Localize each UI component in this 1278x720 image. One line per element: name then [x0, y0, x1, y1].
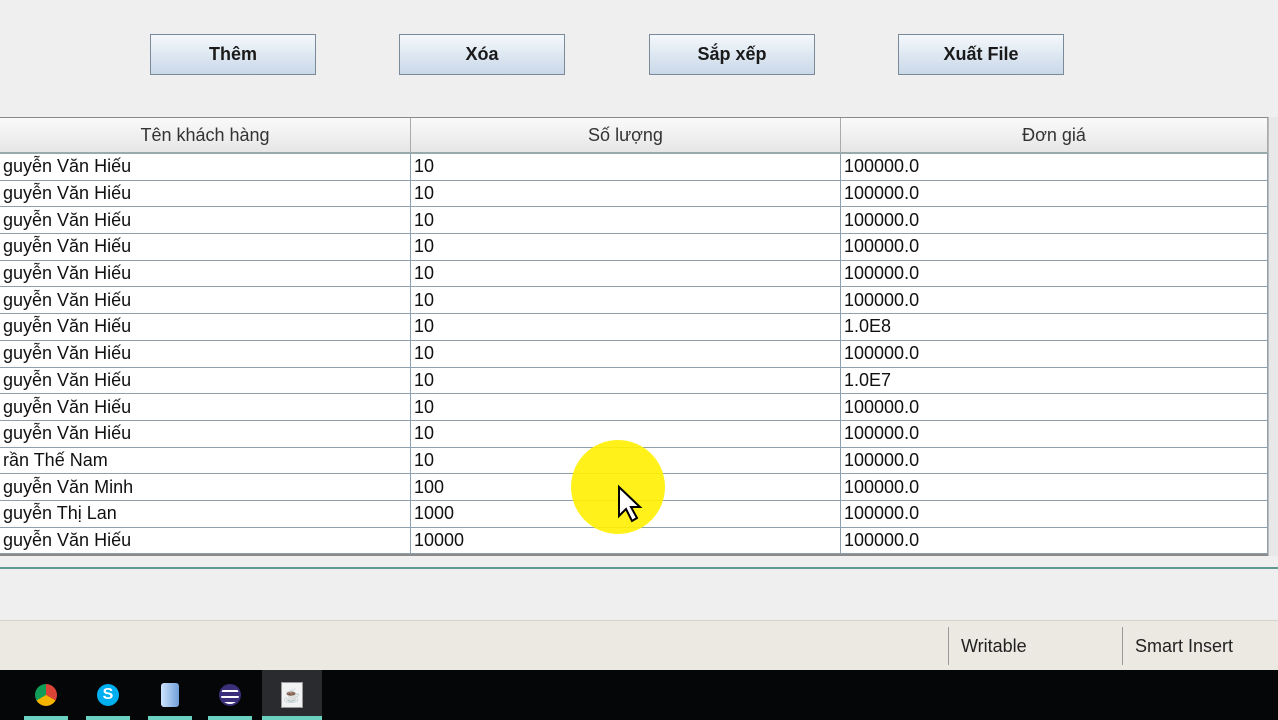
cell-customer-name[interactable]: guyễn Văn Hiếu: [0, 394, 411, 420]
cell-customer-name[interactable]: guyễn Thị Lan: [0, 500, 411, 527]
cell-customer-name[interactable]: guyễn Văn Hiếu: [0, 527, 411, 554]
cell-unit-price[interactable]: 100000.0: [841, 154, 1268, 180]
cell-unit-price[interactable]: 100000.0: [841, 340, 1268, 367]
taskbar-skype[interactable]: S: [78, 670, 138, 720]
table-row[interactable]: guyễn Văn Hiếu 10 100000.0: [0, 287, 1268, 315]
taskbar-eclipse[interactable]: [200, 670, 260, 720]
cell-customer-name[interactable]: guyễn Văn Hiếu: [0, 260, 411, 287]
cell-customer-name[interactable]: guyễn Văn Hiếu: [0, 420, 411, 447]
cube-app-icon: [161, 683, 179, 707]
cell-quantity[interactable]: 10: [411, 340, 841, 367]
taskbar-cube-app[interactable]: [140, 670, 200, 720]
status-bar: Writable Smart Insert: [0, 620, 1278, 670]
status-smart-insert: Smart Insert: [1122, 627, 1278, 665]
cell-quantity[interactable]: 10: [411, 367, 841, 394]
cell-quantity[interactable]: 10: [411, 154, 841, 180]
table-row[interactable]: guyễn Văn Hiếu 10 1.0E7: [0, 367, 1268, 395]
cell-unit-price[interactable]: 100000.0: [841, 500, 1268, 527]
delete-button[interactable]: Xóa: [399, 34, 565, 75]
cell-unit-price[interactable]: 100000.0: [841, 394, 1268, 420]
cell-quantity[interactable]: 10: [411, 180, 841, 207]
table-row[interactable]: guyễn Văn Hiếu 10 1.0E8: [0, 314, 1268, 341]
cell-quantity[interactable]: 10: [411, 234, 841, 260]
pointer-arrow-icon: [618, 484, 643, 523]
java-icon: ☕: [281, 682, 303, 708]
column-header-name[interactable]: Tên khách hàng: [0, 118, 411, 152]
cell-customer-name[interactable]: guyễn Văn Hiếu: [0, 154, 411, 180]
table-row[interactable]: guyễn Văn Hiếu 10 100000.0: [0, 260, 1268, 288]
export-file-button[interactable]: Xuất File: [898, 34, 1064, 75]
table-row[interactable]: guyễn Văn Hiếu 10 100000.0: [0, 180, 1268, 208]
cell-unit-price[interactable]: 100000.0: [841, 234, 1268, 260]
cell-customer-name[interactable]: guyễn Văn Hiếu: [0, 340, 411, 367]
cell-quantity[interactable]: 10: [411, 394, 841, 420]
column-header-quantity[interactable]: Số lượng: [411, 118, 841, 152]
cell-unit-price[interactable]: 100000.0: [841, 474, 1268, 500]
cell-quantity[interactable]: 10: [411, 207, 841, 234]
column-header-price[interactable]: Đơn giá: [841, 118, 1268, 152]
cell-unit-price[interactable]: 100000.0: [841, 207, 1268, 234]
vertical-scrollbar[interactable]: [1268, 117, 1278, 556]
taskbar: S ☕: [0, 670, 1278, 720]
cell-unit-price[interactable]: 1.0E7: [841, 367, 1268, 394]
status-writable: Writable: [948, 627, 1122, 665]
cell-unit-price[interactable]: 100000.0: [841, 180, 1268, 207]
eclipse-icon: [219, 684, 241, 706]
cell-quantity[interactable]: 10: [411, 287, 841, 314]
cell-unit-price[interactable]: 100000.0: [841, 287, 1268, 314]
table-row[interactable]: guyễn Văn Hiếu 10 100000.0: [0, 340, 1268, 368]
skype-icon: S: [97, 684, 119, 706]
sort-button[interactable]: Sắp xếp: [649, 34, 815, 75]
cell-customer-name[interactable]: guyễn Văn Hiếu: [0, 207, 411, 234]
cell-quantity[interactable]: 10: [411, 260, 841, 287]
cell-customer-name[interactable]: rần Thế Nam: [0, 447, 411, 474]
chrome-icon: [35, 684, 57, 706]
cell-unit-price[interactable]: 100000.0: [841, 260, 1268, 287]
cursor-highlight: [571, 440, 665, 534]
cell-unit-price[interactable]: 1.0E8: [841, 314, 1268, 340]
cell-customer-name[interactable]: guyễn Văn Hiếu: [0, 180, 411, 207]
table-row[interactable]: guyễn Văn Hiếu 10 100000.0: [0, 207, 1268, 235]
cell-customer-name[interactable]: guyễn Văn Hiếu: [0, 367, 411, 394]
table-row[interactable]: guyễn Văn Hiếu 10 100000.0: [0, 394, 1268, 421]
table-header: Tên khách hàng Số lượng Đơn giá: [0, 118, 1268, 154]
cell-customer-name[interactable]: guyễn Văn Hiếu: [0, 287, 411, 314]
cell-unit-price[interactable]: 100000.0: [841, 527, 1268, 554]
cell-unit-price[interactable]: 100000.0: [841, 420, 1268, 447]
cell-unit-price[interactable]: 100000.0: [841, 447, 1268, 474]
table-row[interactable]: guyễn Văn Hiếu 10 100000.0: [0, 154, 1268, 181]
table-row[interactable]: guyễn Văn Hiếu 10 100000.0: [0, 234, 1268, 261]
add-button[interactable]: Thêm: [150, 34, 316, 75]
divider: [0, 567, 1278, 569]
taskbar-chrome[interactable]: [16, 670, 76, 720]
cell-customer-name[interactable]: guyễn Văn Minh: [0, 474, 411, 500]
cell-customer-name[interactable]: guyễn Văn Hiếu: [0, 234, 411, 260]
taskbar-java-app[interactable]: ☕: [262, 670, 322, 720]
cell-customer-name[interactable]: guyễn Văn Hiếu: [0, 314, 411, 340]
cell-quantity[interactable]: 10: [411, 314, 841, 340]
